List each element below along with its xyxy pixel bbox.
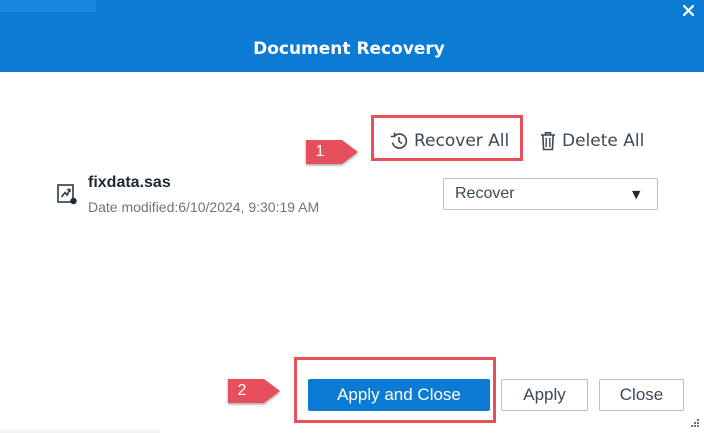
trash-icon <box>538 130 562 152</box>
callout-marker-2: 2 <box>226 376 284 406</box>
callout-marker-1: 1 <box>304 137 362 167</box>
callout-number-1: 1 <box>315 143 325 160</box>
close-icon[interactable] <box>680 2 698 20</box>
delete-all-label: Delete All <box>562 131 645 151</box>
recovery-action-value: Recover <box>455 185 515 202</box>
file-name: fixdata.sas <box>88 174 171 191</box>
highlight-apply-and-close <box>294 357 496 423</box>
delete-all-button[interactable]: Delete All <box>538 128 644 154</box>
sas-program-file-icon <box>56 183 78 205</box>
file-date-modified: Date modified:6/10/2024, 9:30:19 AM <box>88 199 320 215</box>
close-button[interactable]: Close <box>599 379 684 411</box>
highlight-recover-all <box>371 115 523 161</box>
apply-button[interactable]: Apply <box>501 379 588 411</box>
header-tab-strip <box>0 0 96 12</box>
resize-grip-icon[interactable] <box>690 418 700 428</box>
dialog-header: Document Recovery <box>0 0 704 72</box>
dialog-title: Document Recovery <box>253 39 445 59</box>
callout-number-2: 2 <box>237 382 247 399</box>
recovery-action-select[interactable]: Recover ▼ <box>443 178 658 210</box>
caret-down-icon: ▼ <box>632 188 641 201</box>
